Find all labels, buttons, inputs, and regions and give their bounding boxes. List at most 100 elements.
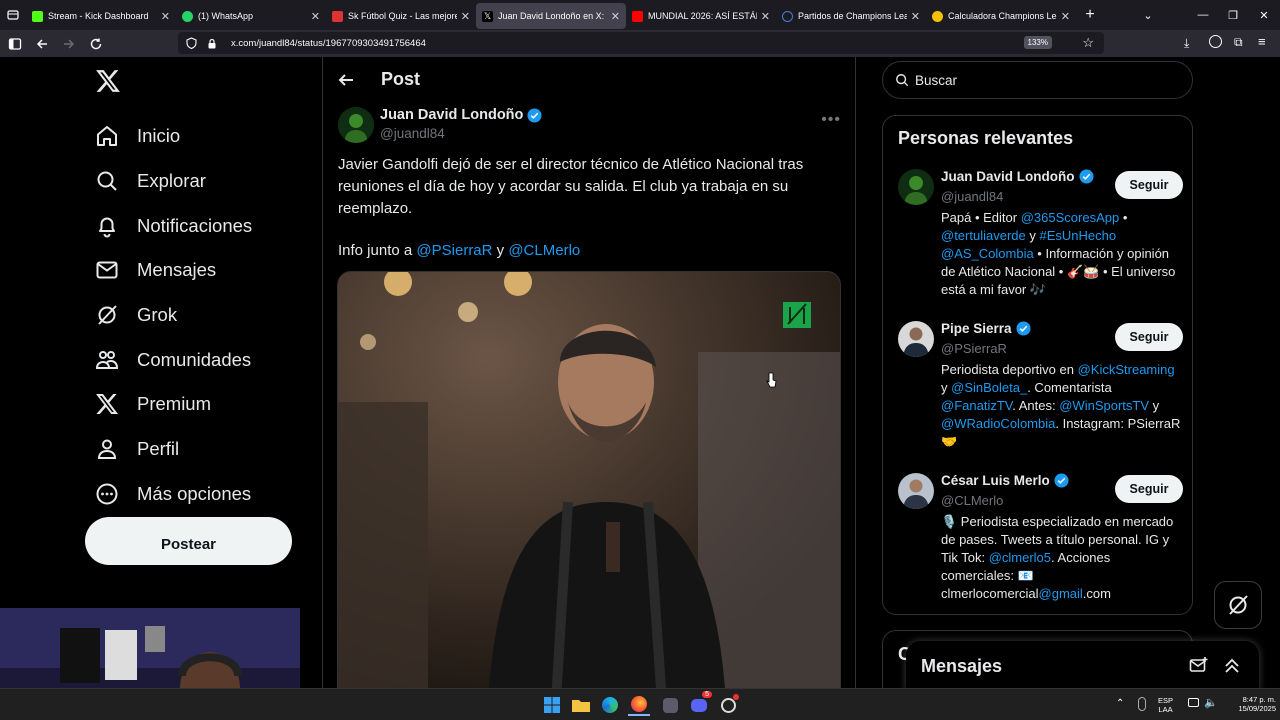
person-handle[interactable]: @CLMerlo bbox=[941, 493, 1003, 508]
menu-icon[interactable]: ≡ bbox=[1258, 34, 1266, 49]
discord-icon[interactable]: 5 bbox=[688, 691, 712, 716]
bio-link[interactable]: @AS_Colombia bbox=[941, 246, 1034, 261]
new-message-icon[interactable] bbox=[1189, 656, 1209, 676]
reload-icon[interactable] bbox=[84, 32, 108, 56]
sidebar-item-premium[interactable]: Premium bbox=[85, 382, 252, 427]
browser-tab-active[interactable]: 𝕏 Juan David Londoño en X: "Javi ✕ bbox=[476, 3, 626, 29]
minimize-icon[interactable]: — bbox=[1188, 0, 1218, 30]
volume-icon[interactable]: 🔈 bbox=[1204, 696, 1218, 709]
x-logo-icon[interactable] bbox=[95, 69, 121, 93]
address-bar[interactable]: x.com/juandl84/status/196770930349175646… bbox=[178, 32, 1104, 54]
tray-overflow-icon[interactable]: ⌃ bbox=[1116, 698, 1124, 709]
person-name-row[interactable]: Juan David Londoño bbox=[941, 169, 1094, 184]
downloads-icon[interactable]: ⤓ bbox=[1184, 36, 1189, 51]
expand-up-icon[interactable] bbox=[1223, 657, 1241, 675]
browser-tab[interactable]: MUNDIAL 2026: ASÍ ESTÁN LOS ✕ bbox=[626, 3, 776, 29]
tab-list-chevron-icon[interactable]: ⌄ bbox=[1133, 0, 1163, 30]
back-arrow-icon[interactable] bbox=[337, 71, 355, 89]
sidebar-item-explorar[interactable]: Explorar bbox=[85, 159, 252, 204]
sidebar-item-mas-opciones[interactable]: Más opciones bbox=[85, 472, 252, 517]
person-handle[interactable]: @PSierraR bbox=[941, 341, 1007, 356]
post-button[interactable]: Postear bbox=[85, 517, 292, 565]
avatar[interactable] bbox=[898, 321, 934, 357]
sidebar-item-grok[interactable]: Grok bbox=[85, 293, 252, 338]
close-tab-icon[interactable]: ✕ bbox=[611, 10, 620, 23]
sidebar-item-inicio[interactable]: Inicio bbox=[85, 114, 252, 159]
browser-tab[interactable]: Calculadora Champions League ✕ bbox=[926, 3, 1076, 29]
follow-button[interactable]: Seguir bbox=[1115, 171, 1183, 199]
app-icon[interactable] bbox=[659, 694, 681, 716]
bio-link[interactable]: @365ScoresApp bbox=[1021, 210, 1119, 225]
mention-link[interactable]: @PSierraR bbox=[416, 242, 492, 259]
firefox-icon[interactable] bbox=[628, 694, 650, 716]
author-handle[interactable]: @juandl84 bbox=[380, 126, 542, 141]
browser-tab[interactable]: (1) WhatsApp ✕ bbox=[176, 3, 326, 29]
avatar[interactable] bbox=[338, 107, 374, 143]
avatar[interactable] bbox=[898, 169, 934, 205]
extensions-icon[interactable]: ⧉ bbox=[1234, 35, 1243, 50]
bio-link[interactable]: #EsUnHecho bbox=[1039, 228, 1116, 243]
browser-tab[interactable]: Sk Fútbol Quiz - Las mejores pr ✕ bbox=[326, 3, 476, 29]
close-tab-icon[interactable]: ✕ bbox=[1061, 10, 1070, 23]
bio-link[interactable]: @tertuliaverde bbox=[941, 228, 1026, 243]
close-tab-icon[interactable]: ✕ bbox=[761, 10, 770, 23]
post-image[interactable] bbox=[337, 271, 841, 688]
mention-link[interactable]: @CLMerlo bbox=[508, 242, 580, 259]
sidebar-item-comunidades[interactable]: Comunidades bbox=[85, 337, 252, 382]
person-name[interactable]: Pipe Sierra bbox=[941, 321, 1012, 336]
grok-floating-button[interactable] bbox=[1214, 581, 1262, 629]
back-icon[interactable] bbox=[30, 32, 54, 56]
close-tab-icon[interactable]: ✕ bbox=[161, 10, 170, 23]
person-name[interactable]: César Luis Merlo bbox=[941, 473, 1050, 488]
sidebar-item-mensajes[interactable]: Mensajes bbox=[85, 248, 252, 293]
display-icon[interactable] bbox=[1188, 698, 1199, 707]
bio-link[interactable]: @WRadioColombia bbox=[941, 416, 1055, 431]
bio-link[interactable]: @KickStreaming bbox=[1078, 362, 1175, 377]
close-tab-icon[interactable]: ✕ bbox=[911, 10, 920, 23]
microphone-icon[interactable] bbox=[1138, 697, 1146, 711]
close-window-icon[interactable]: ✕ bbox=[1249, 0, 1279, 30]
url-text[interactable]: x.com/juandl84/status/196770930349175646… bbox=[231, 38, 426, 49]
bio-link[interactable]: @FanatizTV bbox=[941, 398, 1012, 413]
forward-icon[interactable] bbox=[57, 32, 81, 56]
file-explorer-icon[interactable] bbox=[570, 694, 592, 716]
sidebar-item-perfil[interactable]: Perfil bbox=[85, 427, 252, 472]
person-handle[interactable]: @juandl84 bbox=[941, 189, 1003, 204]
bio-text: y bbox=[941, 380, 952, 395]
tab-overview-icon[interactable] bbox=[0, 0, 26, 30]
edge-icon[interactable] bbox=[599, 694, 621, 716]
lock-icon[interactable] bbox=[207, 38, 217, 49]
follow-button[interactable]: Seguir bbox=[1115, 475, 1183, 503]
sidebar-toggle-icon[interactable] bbox=[3, 32, 27, 56]
more-circle-icon bbox=[96, 483, 118, 505]
bookmark-star-icon[interactable]: ☆ bbox=[1082, 35, 1094, 51]
follow-button[interactable]: Seguir bbox=[1115, 323, 1183, 351]
bio-link[interactable]: @clmerlo5 bbox=[989, 550, 1051, 565]
language-indicator[interactable]: ESP LAA bbox=[1158, 696, 1173, 714]
github-icon[interactable] bbox=[717, 694, 739, 716]
person-name[interactable]: Juan David Londoño bbox=[941, 169, 1075, 184]
more-options-icon[interactable]: ••• bbox=[821, 111, 841, 129]
messages-drawer[interactable]: Mensajes bbox=[906, 641, 1259, 688]
bio-link[interactable]: @SinBoleta_ bbox=[951, 380, 1027, 395]
person-name-row[interactable]: Pipe Sierra bbox=[941, 321, 1031, 336]
author-name-row[interactable]: Juan David Londoño bbox=[380, 107, 542, 123]
clock[interactable]: 8:47 p. m. 15/09/2025 bbox=[1222, 695, 1276, 713]
sidebar-item-notificaciones[interactable]: Notificaciones bbox=[85, 203, 252, 248]
avatar[interactable] bbox=[898, 473, 934, 509]
restore-icon[interactable]: ❐ bbox=[1218, 0, 1248, 30]
windows-start-icon[interactable] bbox=[541, 694, 563, 716]
close-tab-icon[interactable]: ✕ bbox=[311, 10, 320, 23]
zoom-level[interactable]: 133% bbox=[1023, 36, 1052, 49]
person-name-row[interactable]: César Luis Merlo bbox=[941, 473, 1069, 488]
close-tab-icon[interactable]: ✕ bbox=[461, 10, 470, 23]
bio-link[interactable]: @gmail bbox=[1039, 586, 1083, 601]
search-input[interactable]: Buscar bbox=[882, 61, 1193, 99]
new-tab-button[interactable]: + bbox=[1076, 6, 1104, 24]
author-name[interactable]: Juan David Londoño bbox=[380, 107, 523, 123]
shield-icon[interactable] bbox=[186, 37, 197, 49]
browser-tab[interactable]: Partidos de Champions League ✕ bbox=[776, 3, 926, 29]
browser-tab[interactable]: Stream - Kick Dashboard ✕ bbox=[26, 3, 176, 29]
bio-link[interactable]: @WinSportsTV bbox=[1059, 398, 1149, 413]
account-icon[interactable] bbox=[1209, 35, 1222, 48]
